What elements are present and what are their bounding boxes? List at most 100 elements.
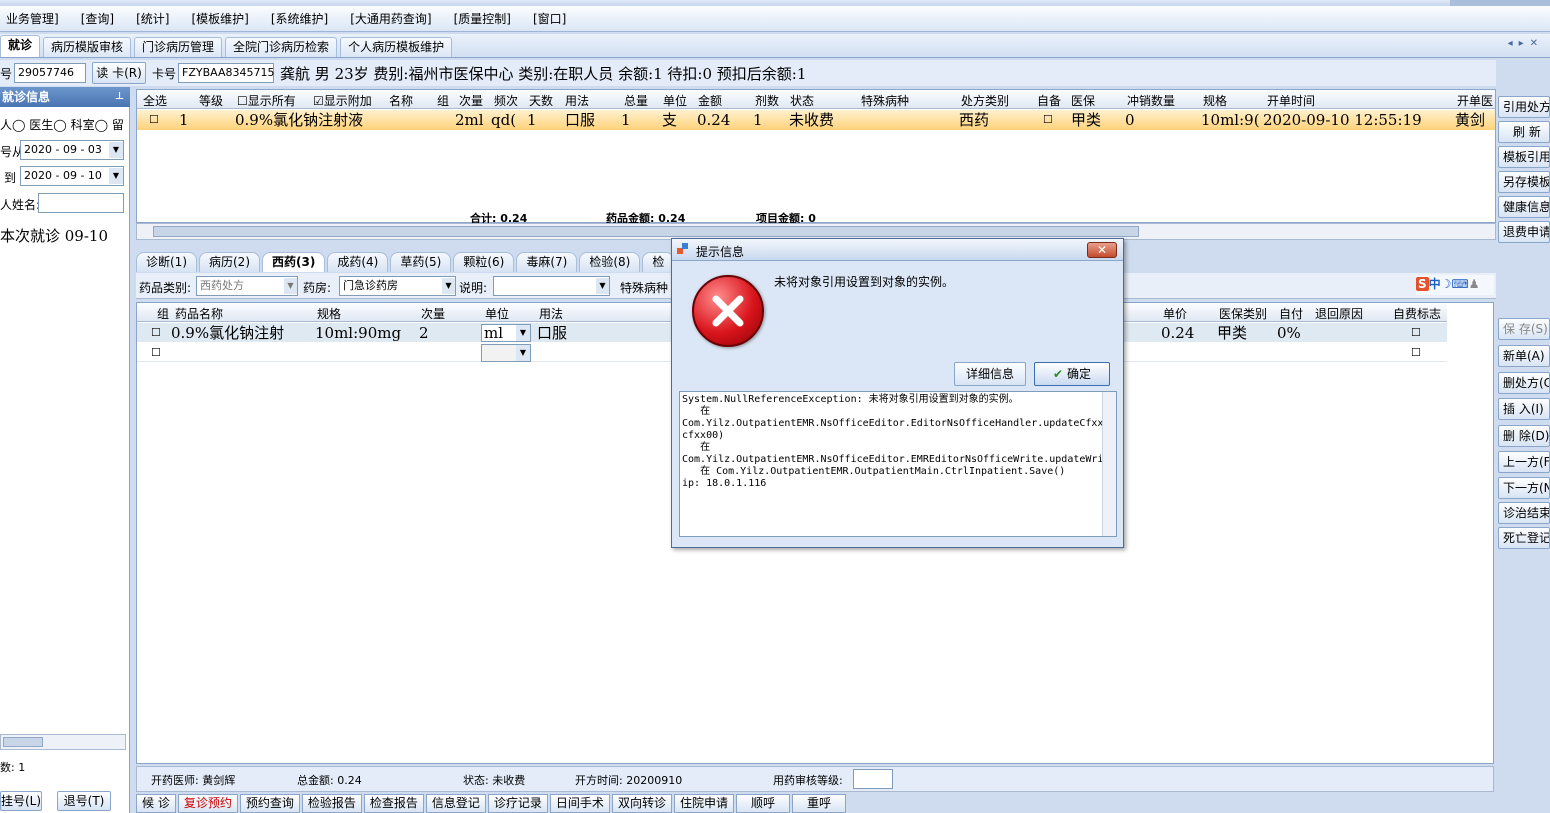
radio-doctor[interactable]: ◯ [53,118,66,132]
close-icon[interactable]: ✕ [1087,242,1117,258]
treatment-record-button[interactable]: 诊疗记录 [487,794,548,813]
self-flag-checkbox[interactable]: ☐ [1411,343,1421,363]
referral-button[interactable]: 双向转诊 [611,794,672,813]
note-select[interactable]: ▼ [493,276,610,296]
details-button[interactable]: 详细信息 [954,362,1026,386]
next-call-button[interactable]: 顺呼 [735,794,790,813]
chevron-down-icon[interactable]: ▼ [516,345,530,361]
tab-herbal[interactable]: 草药(5) [390,252,452,272]
card-no-input[interactable]: FZYBAA8345715 [178,63,275,83]
tab-record-search[interactable]: 全院门诊病历检索 [225,37,338,57]
from-date-picker[interactable]: 2020 - 09 - 03 ▼ [20,140,124,160]
left-scrollbar[interactable] [0,734,126,750]
tab-diagnosis[interactable]: 诊断(1) [136,252,197,272]
tab-record[interactable]: 病历(2) [199,252,260,272]
register-button[interactable]: 挂号(L) [0,791,42,811]
unit-select[interactable]: ▼ [481,344,531,362]
finish-visit-button[interactable]: 诊治结束 [1498,502,1550,524]
tab-western[interactable]: 西药(3) [262,252,326,272]
menu-quality[interactable]: [质量控制] [448,10,527,27]
col-select-all[interactable]: 全选 [143,92,167,109]
new-button[interactable]: 新单(A) [1498,345,1550,367]
patient-name-input[interactable] [38,193,124,213]
exception-details[interactable]: System.NullReferenceException: 未将对象引用设置到… [679,391,1117,537]
table-row[interactable]: ☐ 1 0.9%氯化钠注射液 2ml qd( 1 口服 1 支 0.24 1 未… [137,110,1495,130]
recall-button[interactable]: 重呼 [791,794,846,813]
reg-no-input[interactable]: 29057746 [14,63,87,83]
refresh-button[interactable]: 刷 新 [1498,121,1550,143]
tab-narcotic[interactable]: 毒麻(7) [516,252,578,272]
chevron-down-icon[interactable]: ▼ [516,325,530,341]
delete-rx-button[interactable]: 删处方(C) [1498,372,1550,394]
next-rx-button[interactable]: 下一方(N) [1498,477,1550,499]
revisit-booking-button[interactable]: 复诊预约 [177,794,238,813]
read-card-button[interactable]: 读 卡(R) [92,62,147,84]
cell-self-checkbox[interactable]: ☐ [1043,110,1053,130]
cell-total: 1 [621,111,631,129]
menu-window[interactable]: [窗口] [527,10,582,27]
row-checkbox[interactable]: ☐ [151,323,161,343]
day-surgery-button[interactable]: 日间手术 [549,794,610,813]
unregister-button[interactable]: 退号(T) [57,791,111,811]
row-checkbox[interactable]: ☐ [149,110,159,130]
show-extra-checkbox[interactable]: ☑显示附加 [313,92,372,109]
wait-button[interactable]: 候 诊 [136,794,176,813]
tab-personal-template[interactable]: 个人病历模板维护 [340,37,453,57]
save-button[interactable]: 保 存(S) [1498,318,1550,340]
dialog-titlebar[interactable]: 提示信息 ✕ [672,239,1123,261]
chevron-down-icon[interactable]: ▼ [442,278,455,294]
details-scrollbar[interactable] [1102,392,1116,536]
delete-button[interactable]: 删 除(D) [1498,425,1550,447]
exam-report-button[interactable]: 检查报告 [363,794,424,813]
keyboard-icon[interactable]: ⌨ [1451,277,1468,291]
self-flag-checkbox[interactable]: ☐ [1411,323,1421,343]
drug-type-select[interactable]: 西药处方 ▼ [196,276,298,296]
death-register-button[interactable]: 死亡登记 [1498,527,1550,549]
pin-icon[interactable]: ⊥ [115,87,124,107]
chevron-down-icon[interactable]: ▼ [596,278,609,294]
review-level-input[interactable] [853,769,893,789]
tab-lab[interactable]: 检验(8) [579,252,641,272]
pharmacy-select[interactable]: 门急诊药房 ▼ [339,276,456,296]
tab-nav-icon[interactable]: ◂▸✕ [1508,38,1544,49]
insert-button[interactable]: 插 入(I) [1498,398,1550,420]
tab-granule[interactable]: 颗粒(6) [453,252,515,272]
user-icon[interactable]: ♟ [1469,277,1480,291]
ime-toolbar[interactable]: S 中☽⌨♟ [1416,275,1494,295]
show-all-checkbox[interactable]: ☐显示所有 [237,92,296,109]
save-as-template-button[interactable]: 另存模板 [1498,171,1550,193]
menu-business[interactable]: 业务管理] [0,10,75,27]
radio-person[interactable]: ◯ [12,118,25,132]
cell-unit: 支 [662,111,678,129]
menu-system[interactable]: [系统维护] [265,10,344,27]
tab-template-review[interactable]: 病历模版审核 [43,37,132,57]
info-register-button[interactable]: 信息登记 [425,794,486,813]
radio-dept[interactable]: ◯ [95,118,108,132]
admission-button[interactable]: 住院申请 [673,794,734,813]
tab-patent[interactable]: 成药(4) [327,252,389,272]
row-checkbox[interactable]: ☐ [151,343,161,363]
unit-select[interactable]: ml ▼ [481,324,531,342]
tab-visit[interactable]: 就诊 [0,35,41,57]
ime-mode[interactable]: 中 [1429,277,1441,291]
menu-drug-query[interactable]: [大通用药查询] [344,10,447,27]
to-date-picker[interactable]: 2020 - 09 - 10 ▼ [20,166,124,186]
menu-query[interactable]: [查询] [75,10,130,27]
quote-rx-button[interactable]: 引用处方 [1498,96,1550,118]
menu-stats[interactable]: [统计] [130,10,185,27]
template-quote-button[interactable]: 模板引用 [1498,146,1550,168]
chevron-down-icon[interactable]: ▼ [284,278,297,294]
prev-rx-button[interactable]: 上一方(F) [1498,451,1550,473]
booking-query-button[interactable]: 预约查询 [239,794,300,813]
tab-record-mgmt[interactable]: 门诊病历管理 [134,37,223,57]
refund-request-button[interactable]: 退费申请 [1498,221,1550,243]
health-info-button[interactable]: 健康信息 [1498,196,1550,218]
lab-report-button[interactable]: 检验报告 [301,794,362,813]
ok-button[interactable]: ✔ 确定 [1034,362,1110,386]
tab-exam[interactable]: 检 [642,252,675,272]
chevron-down-icon[interactable]: ▼ [109,142,123,158]
menu-template[interactable]: [模板维护] [185,10,264,27]
moon-icon[interactable]: ☽ [1441,277,1452,291]
visit-list-item[interactable]: 本次就诊 09-10 [0,225,108,246]
chevron-down-icon[interactable]: ▼ [109,168,123,184]
